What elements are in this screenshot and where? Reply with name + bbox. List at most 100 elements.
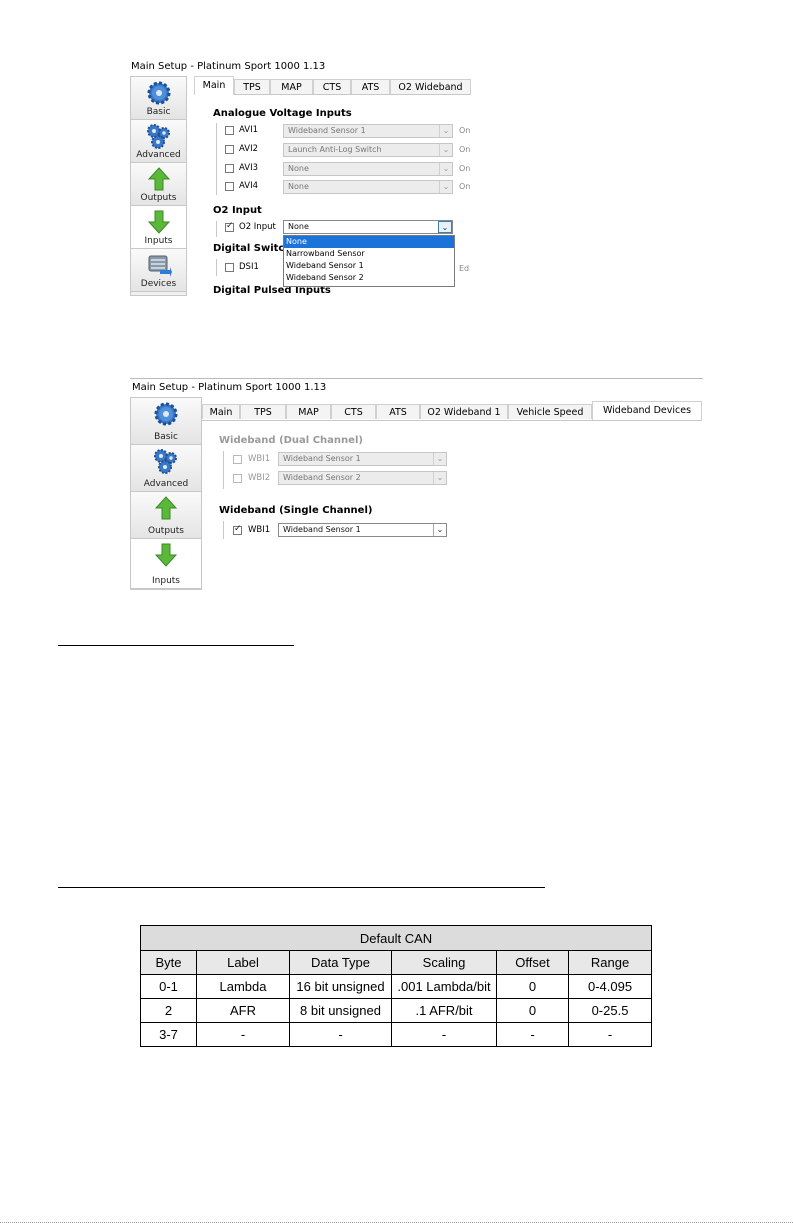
sidebar-item-outputs[interactable]: Outputs bbox=[131, 492, 201, 539]
table-cell: 16 bit unsigned bbox=[289, 974, 392, 999]
group-line bbox=[216, 259, 217, 276]
o2-input-select[interactable]: None ⌄ bbox=[283, 220, 453, 234]
tab-o2-wideband-1[interactable]: O2 Wideband 1 bbox=[420, 404, 508, 419]
sidebar-item-label: Advanced bbox=[136, 150, 181, 160]
table-cell: 0 bbox=[496, 998, 569, 1023]
tab-map[interactable]: MAP bbox=[286, 404, 331, 419]
dsi1-checkbox[interactable] bbox=[225, 263, 234, 272]
sidebar-item-basic[interactable]: Basic bbox=[131, 77, 186, 120]
chevron-down-icon: ⌄ bbox=[433, 472, 446, 484]
sidebar-item-basic[interactable]: Basic bbox=[131, 398, 201, 445]
o2-heading: O2 Input bbox=[213, 205, 262, 216]
tab-o2-wideband[interactable]: O2 Wideband bbox=[390, 79, 471, 94]
o2-input-value: None bbox=[288, 222, 309, 231]
avi4-label: AVI4 bbox=[239, 181, 259, 191]
avi3-checkbox[interactable] bbox=[225, 164, 234, 173]
avi4-select[interactable]: None ⌄ bbox=[283, 180, 453, 194]
sidebar: Basic Advanced Outputs Inputs bbox=[130, 397, 202, 590]
avi1-checkbox[interactable] bbox=[225, 126, 234, 135]
avi1-suffix: On bbox=[459, 126, 471, 135]
group-line bbox=[216, 221, 217, 237]
o2-input-dropdown: None Narrowband Sensor Wideband Sensor 1… bbox=[283, 235, 455, 287]
dual-wbi1-select[interactable]: Wideband Sensor 1 ⌄ bbox=[278, 452, 447, 466]
dual-wbi2-select[interactable]: Wideband Sensor 2 ⌄ bbox=[278, 471, 447, 485]
avi3-select[interactable]: None ⌄ bbox=[283, 162, 453, 176]
single-wbi1-select[interactable]: Wideband Sensor 1 ⌄ bbox=[278, 523, 447, 537]
sidebar-item-label: Outputs bbox=[148, 526, 184, 536]
tab-map[interactable]: MAP bbox=[270, 79, 313, 94]
single-wbi1-value: Wideband Sensor 1 bbox=[283, 525, 361, 534]
column-header: Range bbox=[567, 950, 653, 975]
table-cell: - bbox=[496, 1022, 569, 1047]
dropdown-option-wideband-2[interactable]: Wideband Sensor 2 bbox=[284, 272, 454, 284]
column-header: Offset bbox=[496, 950, 569, 975]
sidebar-item-inputs[interactable]: Inputs bbox=[131, 539, 201, 589]
avi2-value: Launch Anti-Log Switch bbox=[288, 145, 382, 154]
sidebar-item-devices[interactable]: Devices bbox=[131, 249, 186, 292]
tab-tps[interactable]: TPS bbox=[240, 404, 286, 419]
sidebar: Basic Advanced Outputs Inputs Devices bbox=[130, 76, 187, 296]
gears-icon bbox=[154, 449, 177, 474]
avi3-value: None bbox=[288, 164, 309, 173]
avi4-value: None bbox=[288, 182, 309, 191]
sidebar-item-advanced[interactable]: Advanced bbox=[131, 445, 201, 492]
o2-input-checkbox[interactable] bbox=[225, 221, 234, 232]
tab-main[interactable]: Main bbox=[202, 404, 240, 419]
sidebar-item-label: Advanced bbox=[143, 479, 189, 489]
table-cell: 0-1 bbox=[140, 974, 197, 999]
chevron-down-icon: ⌄ bbox=[439, 163, 452, 175]
tab-bar: Main TPS MAP CTS ATS O2 Wideband 1 Vehic… bbox=[202, 401, 702, 421]
chevron-down-icon: ⌄ bbox=[439, 181, 452, 193]
sidebar-item-label: Outputs bbox=[140, 193, 177, 203]
tab-ats[interactable]: ATS bbox=[376, 404, 420, 419]
window-title: Main Setup - Platinum Sport 1000 1.13 bbox=[131, 61, 326, 72]
tab-cts[interactable]: CTS bbox=[331, 404, 376, 419]
sidebar-item-label: Inputs bbox=[152, 576, 180, 586]
arrow-down-icon bbox=[154, 543, 178, 567]
single-channel-heading: Wideband (Single Channel) bbox=[219, 505, 373, 516]
table-header-row: Byte Label Data Type Scaling Offset Rang… bbox=[140, 950, 653, 975]
tab-vehicle-speed[interactable]: Vehicle Speed bbox=[508, 404, 592, 419]
avi2-checkbox[interactable] bbox=[225, 145, 234, 154]
arrow-down-icon bbox=[147, 210, 170, 234]
tab-tps[interactable]: TPS bbox=[234, 79, 270, 94]
gears-icon bbox=[146, 124, 170, 149]
dual-wbi1-checkbox[interactable] bbox=[233, 455, 242, 464]
dropdown-option-wideband-1[interactable]: Wideband Sensor 1 bbox=[284, 260, 454, 272]
dropdown-option-none[interactable]: None bbox=[284, 236, 454, 248]
single-wbi1-label: WBI1 bbox=[248, 525, 271, 535]
avi2-label: AVI2 bbox=[239, 144, 259, 154]
dual-wbi2-checkbox[interactable] bbox=[233, 474, 242, 483]
avi4-suffix: On bbox=[459, 182, 471, 191]
tab-bar: Main TPS MAP CTS ATS O2 Wideband bbox=[194, 76, 471, 95]
dropdown-option-narrowband[interactable]: Narrowband Sensor bbox=[284, 248, 454, 260]
avi1-value: Wideband Sensor 1 bbox=[288, 126, 366, 135]
dsi1-suffix: Ed bbox=[459, 264, 470, 273]
sidebar-item-outputs[interactable]: Outputs bbox=[131, 163, 186, 206]
single-wbi1-checkbox[interactable] bbox=[233, 524, 242, 535]
dual-wbi2-value: Wideband Sensor 2 bbox=[283, 473, 361, 482]
dual-wbi2-label: WBI2 bbox=[248, 473, 271, 483]
tab-ats[interactable]: ATS bbox=[351, 79, 390, 94]
tab-cts[interactable]: CTS bbox=[313, 79, 351, 94]
table-cell: Lambda bbox=[196, 974, 290, 999]
avi4-checkbox[interactable] bbox=[225, 182, 234, 191]
chevron-down-icon: ⌄ bbox=[439, 144, 452, 156]
tab-wideband-devices[interactable]: Wideband Devices bbox=[592, 401, 702, 420]
sidebar-item-label: Inputs bbox=[144, 236, 173, 246]
section-heading-underline bbox=[58, 887, 545, 888]
tab-main[interactable]: Main bbox=[194, 76, 234, 95]
avi3-suffix: On bbox=[459, 164, 471, 173]
sidebar-item-advanced[interactable]: Advanced bbox=[131, 120, 186, 163]
sidebar-item-inputs[interactable]: Inputs bbox=[131, 206, 186, 249]
section-heading-underline bbox=[58, 645, 294, 646]
avi2-suffix: On bbox=[459, 145, 471, 154]
table-cell: AFR bbox=[196, 998, 290, 1023]
table-row: 2 AFR 8 bit unsigned .1 AFR/bit 0 0-25.5 bbox=[140, 998, 653, 1023]
avi2-select[interactable]: Launch Anti-Log Switch ⌄ bbox=[283, 143, 453, 157]
avi1-select[interactable]: Wideband Sensor 1 ⌄ bbox=[283, 124, 453, 138]
column-header: Data Type bbox=[289, 950, 392, 975]
table-cell: - bbox=[567, 1022, 653, 1047]
table-cell: 8 bit unsigned bbox=[289, 998, 392, 1023]
column-header: Byte bbox=[140, 950, 197, 975]
